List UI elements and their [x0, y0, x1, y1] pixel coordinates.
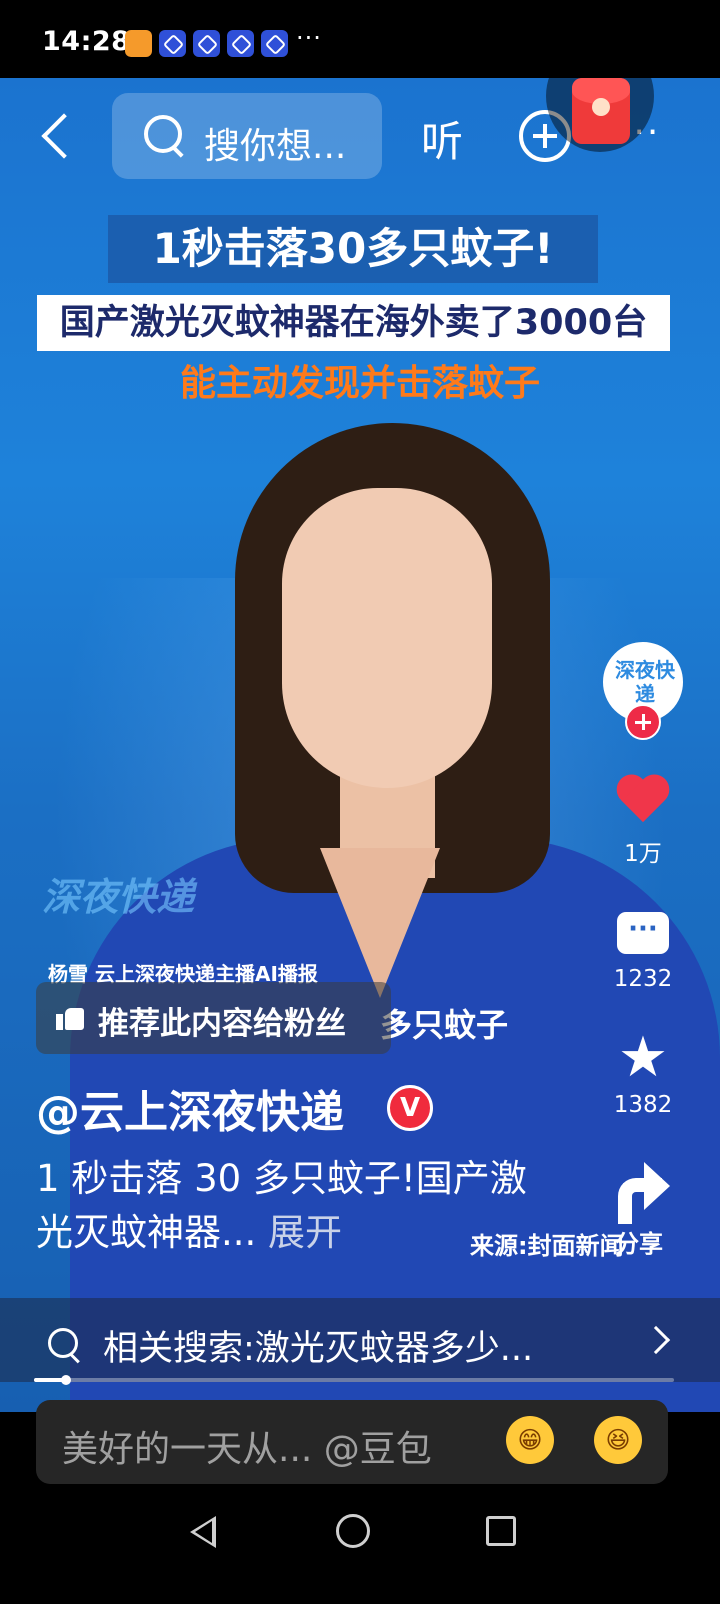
- related-search-text: 相关搜索:激光灭蚊器多少...: [103, 1329, 534, 1369]
- status-more-icon: ···: [296, 24, 322, 52]
- search-placeholder: 搜你想...: [204, 126, 347, 167]
- share-icon: [614, 1162, 672, 1224]
- like-button[interactable]: 1万: [600, 776, 686, 868]
- grin-emoji-icon[interactable]: 😁: [506, 1416, 554, 1464]
- follow-plus-icon[interactable]: [625, 704, 661, 740]
- comment-button[interactable]: 1232: [600, 912, 686, 992]
- thumbs-up-icon: [56, 1004, 84, 1030]
- search-box[interactable]: 搜你想...: [112, 93, 382, 179]
- related-search-bar[interactable]: 相关搜索:激光灭蚊器多少...: [0, 1298, 720, 1382]
- video-headline-1: 1秒击落30多只蚊子!: [108, 215, 598, 283]
- comment-placeholder: 美好的一天从... @豆包: [62, 1429, 432, 1470]
- nav-back-icon[interactable]: [190, 1516, 216, 1548]
- app-notification-icon: [193, 30, 220, 57]
- video-headline-2: 国产激光灭蚊神器在海外卖了3000台: [37, 295, 670, 351]
- red-packet-button[interactable]: [546, 40, 654, 152]
- expand-link[interactable]: 展开: [268, 1211, 342, 1254]
- app-notification-icon: [261, 30, 288, 57]
- app-notification-icon: [159, 30, 186, 57]
- favorite-count: 1382: [613, 1092, 673, 1118]
- channel-watermark: 深夜快递: [42, 875, 195, 919]
- verified-badge-icon: V: [387, 1085, 433, 1131]
- avatar-text: 深夜快递: [615, 658, 675, 706]
- author-name[interactable]: @云上深夜快递: [36, 1076, 344, 1140]
- anchor-face: [282, 488, 492, 788]
- comment-icon: [617, 912, 669, 954]
- back-button[interactable]: [36, 110, 76, 162]
- red-packet-icon: [572, 78, 630, 144]
- laugh-emoji-icon[interactable]: 😆: [594, 1416, 642, 1464]
- playback-progress-bar[interactable]: [34, 1375, 674, 1385]
- video-subtitle: 多只蚊子: [380, 1006, 509, 1044]
- playback-scrubber-handle[interactable]: [61, 1375, 71, 1385]
- comment-count: 1232: [613, 966, 673, 992]
- recommend-label: 推荐此内容给粉丝: [98, 1006, 346, 1042]
- status-time: 14:28: [42, 26, 131, 57]
- notification-icons: [125, 30, 288, 57]
- share-label: 分享: [615, 1230, 663, 1258]
- share-button[interactable]: [600, 1162, 686, 1224]
- search-icon: [48, 1328, 82, 1362]
- app-notification-icon: [125, 30, 152, 57]
- nav-home-icon[interactable]: [336, 1514, 370, 1548]
- search-icon: [144, 115, 184, 155]
- chevron-right-icon: [641, 1325, 671, 1355]
- post-description[interactable]: 1 秒击落 30 多只蚊子!国产激光灭蚊神器... 展开: [36, 1152, 556, 1260]
- app-notification-icon: [227, 30, 254, 57]
- video-headline-3: 能主动发现并击落蚊子: [179, 363, 540, 404]
- nav-recents-icon[interactable]: [486, 1516, 516, 1546]
- comment-input[interactable]: 美好的一天从... @豆包 😁 😆: [36, 1400, 668, 1484]
- favorite-button[interactable]: ★ 1382: [600, 1025, 686, 1119]
- recommend-to-fans-button[interactable]: 推荐此内容给粉丝: [36, 982, 391, 1054]
- like-count: 1万: [624, 841, 662, 867]
- anchor-collar: [320, 848, 440, 998]
- listen-button[interactable]: 听: [421, 108, 463, 169]
- system-nav-bar: [0, 1490, 720, 1604]
- heart-icon: [615, 776, 671, 826]
- star-icon: ★: [617, 1025, 669, 1090]
